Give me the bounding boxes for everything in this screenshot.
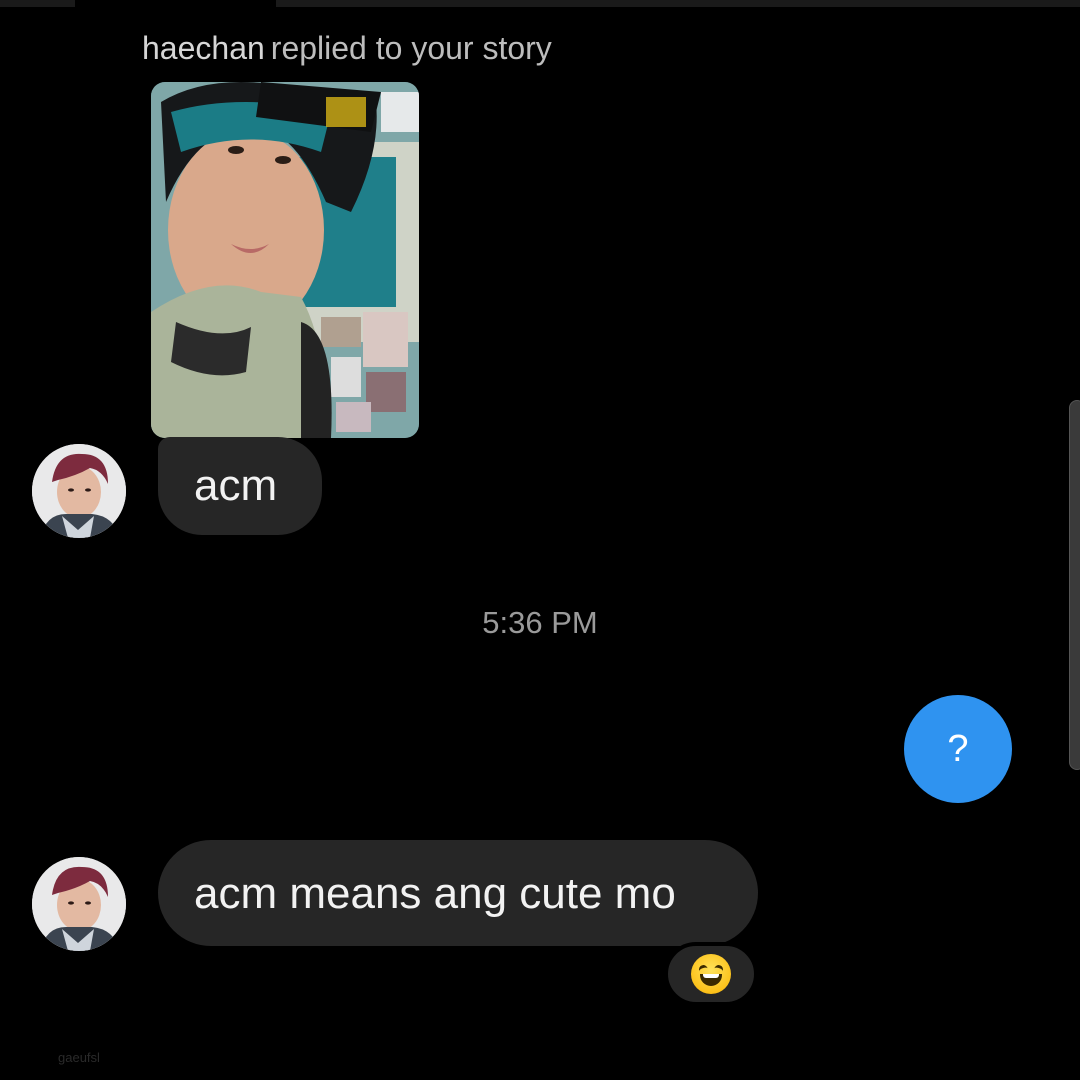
message-reaction[interactable] [664, 942, 758, 1006]
outgoing-message-bubble[interactable]: ? [904, 695, 1012, 803]
watermark: gaeufsl [58, 1050, 100, 1065]
grinning-squinting-face-icon [691, 954, 731, 994]
status-bar-edge [0, 0, 1080, 7]
message-text: ? [947, 727, 969, 770]
story-reply-username[interactable]: haechan [142, 30, 265, 66]
incoming-message-bubble[interactable]: acm [158, 437, 322, 535]
status-bar-segment [0, 0, 75, 7]
status-bar-segment [276, 0, 1080, 7]
message-text: acm [194, 461, 278, 510]
avatar[interactable] [32, 857, 126, 951]
story-reply-header: haechan replied to your story [142, 30, 552, 67]
story-reply-action: replied to your story [270, 30, 552, 66]
story-thumbnail[interactable] [151, 82, 419, 438]
scrollbar-thumb[interactable] [1069, 400, 1080, 770]
avatar[interactable] [32, 444, 126, 538]
message-text: acm means ang cute mo [194, 869, 676, 918]
incoming-message-bubble[interactable]: acm means ang cute mo [158, 840, 758, 946]
message-timestamp: 5:36 PM [482, 605, 598, 640]
